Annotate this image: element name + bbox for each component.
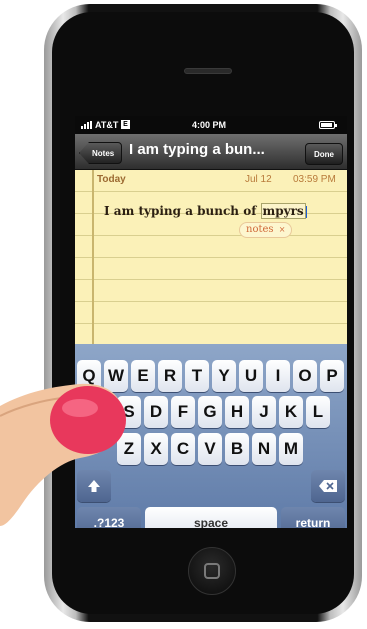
key-b[interactable]: B (225, 433, 249, 465)
key-z[interactable]: Z (117, 433, 141, 465)
suggestion-word: notes (246, 224, 274, 235)
delete-key[interactable] (311, 470, 345, 502)
carrier-name: AT&T (95, 120, 119, 130)
backspace-icon (319, 480, 337, 492)
key-r[interactable]: R (158, 360, 182, 392)
key-g[interactable]: G (198, 396, 222, 428)
status-bar: AT&T E 4:00 PM (75, 116, 347, 134)
key-c[interactable]: C (171, 433, 195, 465)
onscreen-keyboard: QWERTYUIOP ASDFGHJKL ZXCVBNM .?123 space… (75, 344, 347, 528)
network-edge-icon: E (121, 120, 130, 129)
shift-icon (88, 480, 100, 492)
note-title: I am typing a bun... (129, 141, 265, 158)
note-body-text[interactable]: I am typing a bunch of mpyrs (104, 203, 307, 219)
key-p[interactable]: P (320, 360, 344, 392)
text-cursor (305, 205, 307, 218)
key-u[interactable]: U (239, 360, 263, 392)
done-button[interactable]: Done (305, 143, 343, 165)
phone-screen: AT&T E 4:00 PM Notes I am typing a bun..… (75, 116, 347, 528)
shift-key[interactable] (77, 470, 111, 502)
navigation-bar: Notes I am typing a bun... Done (75, 134, 347, 170)
note-date-label: Today (97, 174, 126, 185)
key-w[interactable]: W (104, 360, 128, 392)
key-v[interactable]: V (198, 433, 222, 465)
paper-margin-line (92, 170, 94, 344)
space-key[interactable]: space (145, 507, 277, 528)
key-k[interactable]: K (279, 396, 303, 428)
key-o[interactable]: O (293, 360, 317, 392)
signal-strength-icon (81, 121, 93, 129)
numbers-key[interactable]: .?123 (77, 507, 141, 528)
key-a[interactable]: A (90, 396, 114, 428)
autocorrect-suggestion[interactable]: notes × (239, 222, 293, 238)
battery-icon (319, 121, 337, 129)
key-h[interactable]: H (225, 396, 249, 428)
dismiss-suggestion-icon[interactable]: × (279, 225, 286, 234)
home-square-icon (204, 563, 220, 579)
current-word: mpyrs (260, 203, 306, 219)
return-key[interactable]: return (281, 507, 345, 528)
key-m[interactable]: M (279, 433, 303, 465)
key-q[interactable]: Q (77, 360, 101, 392)
key-s[interactable]: S (117, 396, 141, 428)
earpiece-speaker (184, 68, 232, 74)
home-button[interactable] (188, 547, 236, 595)
key-t[interactable]: T (185, 360, 209, 392)
key-j[interactable]: J (252, 396, 276, 428)
key-l[interactable]: L (306, 396, 330, 428)
key-f[interactable]: F (171, 396, 195, 428)
key-n[interactable]: N (252, 433, 276, 465)
note-date: Jul 12 (245, 174, 272, 185)
note-typed-text: I am typing a bunch of (104, 204, 261, 218)
note-editor[interactable]: Today Jul 12 03:59 PM I am typing a bunc… (75, 170, 347, 344)
key-y[interactable]: Y (212, 360, 236, 392)
key-d[interactable]: D (144, 396, 168, 428)
key-x[interactable]: X (144, 433, 168, 465)
note-time: 03:59 PM (293, 174, 336, 185)
key-e[interactable]: E (131, 360, 155, 392)
key-i[interactable]: I (266, 360, 290, 392)
notes-back-button[interactable]: Notes (79, 142, 123, 164)
status-time: 4:00 PM (192, 120, 227, 130)
